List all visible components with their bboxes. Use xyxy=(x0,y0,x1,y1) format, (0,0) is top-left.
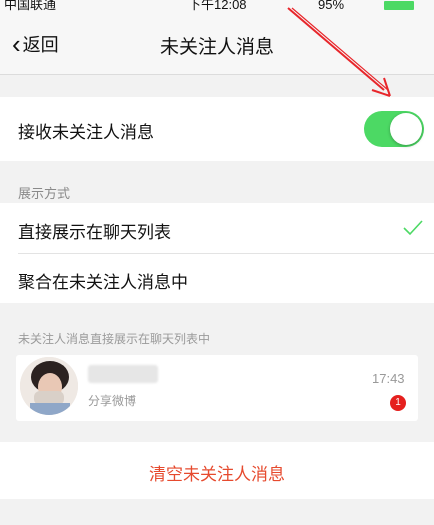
clear-messages-button[interactable]: 清空未关注人消息 xyxy=(0,442,434,499)
option-aggregate-label: 聚合在未关注人消息中 xyxy=(18,273,188,292)
clear-button-label: 清空未关注人消息 xyxy=(149,465,285,484)
status-bar: 中国联通 下午12:08 95% xyxy=(0,0,434,14)
preview-time: 17:43 xyxy=(372,371,405,386)
page-title: 未关注人消息 xyxy=(159,37,274,58)
blurred-sender-name xyxy=(88,365,158,383)
toggle-knob xyxy=(390,113,422,145)
option-aggregate[interactable]: 聚合在未关注人消息中 xyxy=(0,254,434,303)
receive-label: 接收未关注人消息 xyxy=(18,123,154,142)
battery-percent: 95% xyxy=(318,0,345,12)
display-section-label: 展示方式 xyxy=(18,186,71,201)
avatar xyxy=(20,357,78,415)
receive-toggle[interactable] xyxy=(364,111,424,147)
carrier-label: 中国联通 xyxy=(4,0,57,12)
display-options-group: 直接展示在聊天列表 聚合在未关注人消息中 xyxy=(0,203,434,303)
checkmark-icon xyxy=(403,220,423,236)
preview-caption: 未关注人消息直接展示在聊天列表中 xyxy=(18,332,211,346)
navigation-bar: ‹ 返回 未关注人消息 xyxy=(0,14,434,75)
preview-message: 分享微博 xyxy=(88,394,137,408)
option-direct-list[interactable]: 直接展示在聊天列表 xyxy=(0,203,434,253)
option-direct-label: 直接展示在聊天列表 xyxy=(18,223,171,242)
receive-setting-row: 接收未关注人消息 xyxy=(0,97,434,161)
battery-icon xyxy=(384,1,414,10)
status-time: 下午12:08 xyxy=(188,0,247,12)
unread-badge: 1 xyxy=(390,395,406,411)
preview-chat-item: 分享微博 17:43 1 xyxy=(16,355,418,421)
